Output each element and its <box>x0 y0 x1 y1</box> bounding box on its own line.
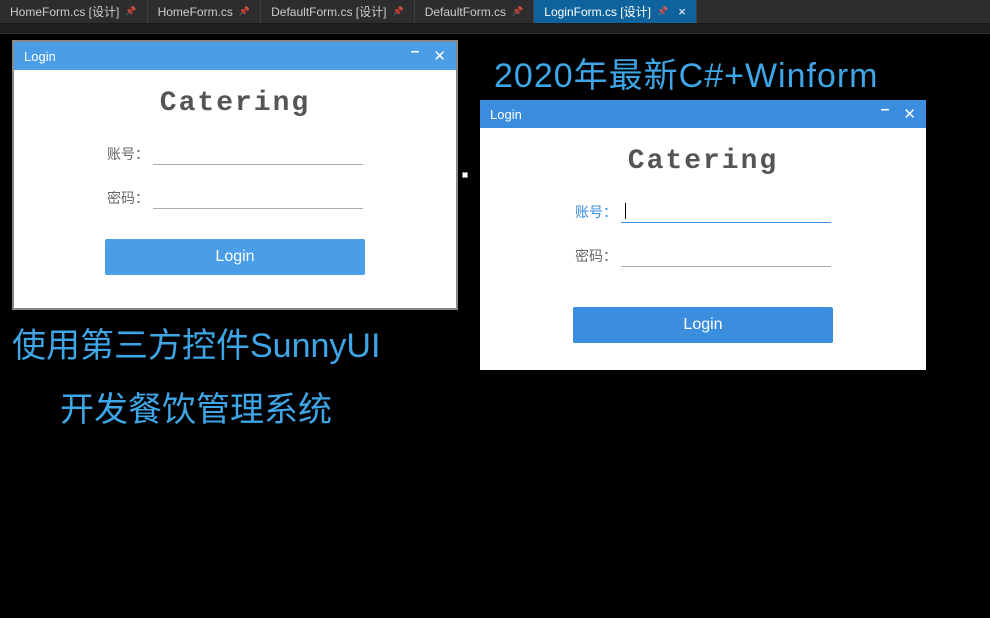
password-label: 密码： <box>107 188 149 208</box>
username-input[interactable] <box>153 143 363 165</box>
login-body: Catering 账号： 密码： Login <box>14 70 456 308</box>
tab-label: HomeForm.cs [设计] <box>10 3 119 20</box>
banner-title-right: 2020年最新C#+Winform <box>494 48 879 97</box>
username-row: 账号： <box>54 143 416 165</box>
titlebar[interactable]: Login – ✕ <box>480 100 926 128</box>
tab-label: DefaultForm.cs <box>425 5 506 19</box>
username-label: 账号： <box>107 144 149 164</box>
minimize-icon[interactable]: – <box>881 105 890 123</box>
close-icon[interactable]: ✕ <box>903 105 916 123</box>
pin-icon: 📌 <box>239 6 250 17</box>
username-label: 账号： <box>575 202 617 222</box>
pin-icon: 📌 <box>392 6 403 17</box>
tab-label: HomeForm.cs <box>158 5 233 19</box>
tab-label: LoginForm.cs [设计] <box>544 3 651 20</box>
toolstrip <box>0 24 990 34</box>
login-button[interactable]: Login <box>105 239 365 275</box>
tab-defaultform-design[interactable]: DefaultForm.cs [设计] 📌 <box>261 0 415 23</box>
password-input[interactable] <box>153 187 363 209</box>
pin-icon: 📌 <box>657 6 668 17</box>
titlebar-controls: – ✕ <box>411 47 446 65</box>
login-body: Catering 账号： 密码： Login <box>480 128 926 370</box>
username-input[interactable] <box>621 201 831 223</box>
close-icon[interactable]: ✕ <box>433 47 446 65</box>
editor-tab-bar: HomeForm.cs [设计] 📌 HomeForm.cs 📌 Default… <box>0 0 990 24</box>
tab-label: DefaultForm.cs [设计] <box>271 3 386 20</box>
window-title: Login <box>490 107 881 122</box>
banner-line-2: 开发餐饮管理系统 <box>60 382 332 431</box>
titlebar-controls: – ✕ <box>881 105 916 123</box>
pin-icon: 📌 <box>125 6 136 17</box>
banner-line-1: 使用第三方控件SunnyUI <box>12 318 380 367</box>
window-title: Login <box>24 49 411 64</box>
tab-homeform-code[interactable]: HomeForm.cs 📌 <box>148 0 262 23</box>
app-title: Catering <box>520 146 886 177</box>
login-window-designer: Login – ✕ Catering 账号： 密码： Login <box>12 40 458 310</box>
pin-icon: 📌 <box>512 6 523 17</box>
login-button[interactable]: Login <box>573 307 833 343</box>
password-row: 密码： <box>54 187 416 209</box>
password-label: 密码： <box>575 246 617 266</box>
password-row: 密码： <box>520 245 886 267</box>
resize-handle-icon[interactable] <box>462 172 468 178</box>
tab-loginform-design[interactable]: LoginForm.cs [设计] 📌 × <box>534 0 697 23</box>
password-input[interactable] <box>621 245 831 267</box>
tab-homeform-design[interactable]: HomeForm.cs [设计] 📌 <box>0 0 148 23</box>
tab-defaultform-code[interactable]: DefaultForm.cs 📌 <box>415 0 535 23</box>
app-title: Catering <box>54 88 416 119</box>
login-window-runtime: Login – ✕ Catering 账号： 密码： Login <box>480 100 926 370</box>
minimize-icon[interactable]: – <box>411 47 420 65</box>
titlebar[interactable]: Login – ✕ <box>14 42 456 70</box>
username-row: 账号： <box>520 201 886 223</box>
close-tab-icon[interactable]: × <box>678 4 686 19</box>
